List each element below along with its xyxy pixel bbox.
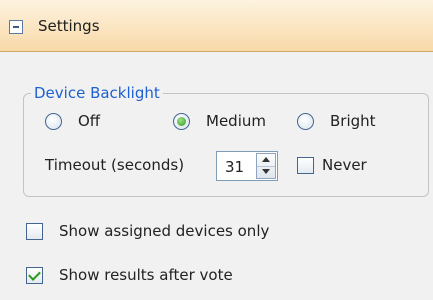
radio-off-label[interactable]: Off bbox=[78, 112, 100, 130]
radio-bright-label[interactable]: Bright bbox=[330, 112, 376, 130]
timeout-label: Timeout (seconds) bbox=[45, 156, 185, 174]
show-assigned-checkbox[interactable] bbox=[26, 223, 43, 240]
collapse-icon[interactable] bbox=[9, 20, 23, 34]
never-label[interactable]: Never bbox=[322, 156, 367, 174]
device-backlight-legend: Device Backlight bbox=[34, 84, 160, 102]
spin-down-icon[interactable] bbox=[257, 166, 275, 178]
timeout-stepper[interactable]: 31 bbox=[216, 151, 278, 181]
settings-panel: Device Backlight Off Medium Bright Timeo… bbox=[0, 52, 433, 300]
settings-title: Settings bbox=[38, 17, 100, 35]
show-results-label[interactable]: Show results after vote bbox=[59, 266, 233, 284]
radio-off[interactable] bbox=[45, 113, 62, 130]
radio-medium-label[interactable]: Medium bbox=[206, 112, 266, 130]
show-results-checkbox[interactable] bbox=[26, 267, 43, 284]
radio-medium[interactable] bbox=[173, 113, 190, 130]
show-assigned-label[interactable]: Show assigned devices only bbox=[59, 222, 269, 240]
settings-header[interactable]: Settings bbox=[0, 0, 433, 52]
timeout-value[interactable]: 31 bbox=[225, 158, 244, 176]
never-checkbox[interactable] bbox=[297, 157, 314, 174]
spin-buttons[interactable] bbox=[256, 153, 276, 179]
radio-bright[interactable] bbox=[297, 113, 314, 130]
